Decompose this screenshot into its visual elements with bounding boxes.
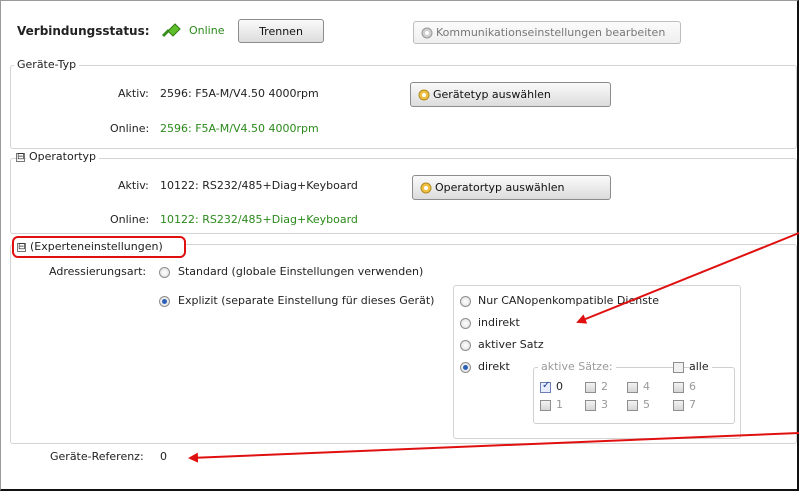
annotation-arrows (188, 232, 800, 463)
annotation-arrow-indirect (576, 232, 800, 324)
annotation-arrow-device-reference (188, 432, 800, 463)
